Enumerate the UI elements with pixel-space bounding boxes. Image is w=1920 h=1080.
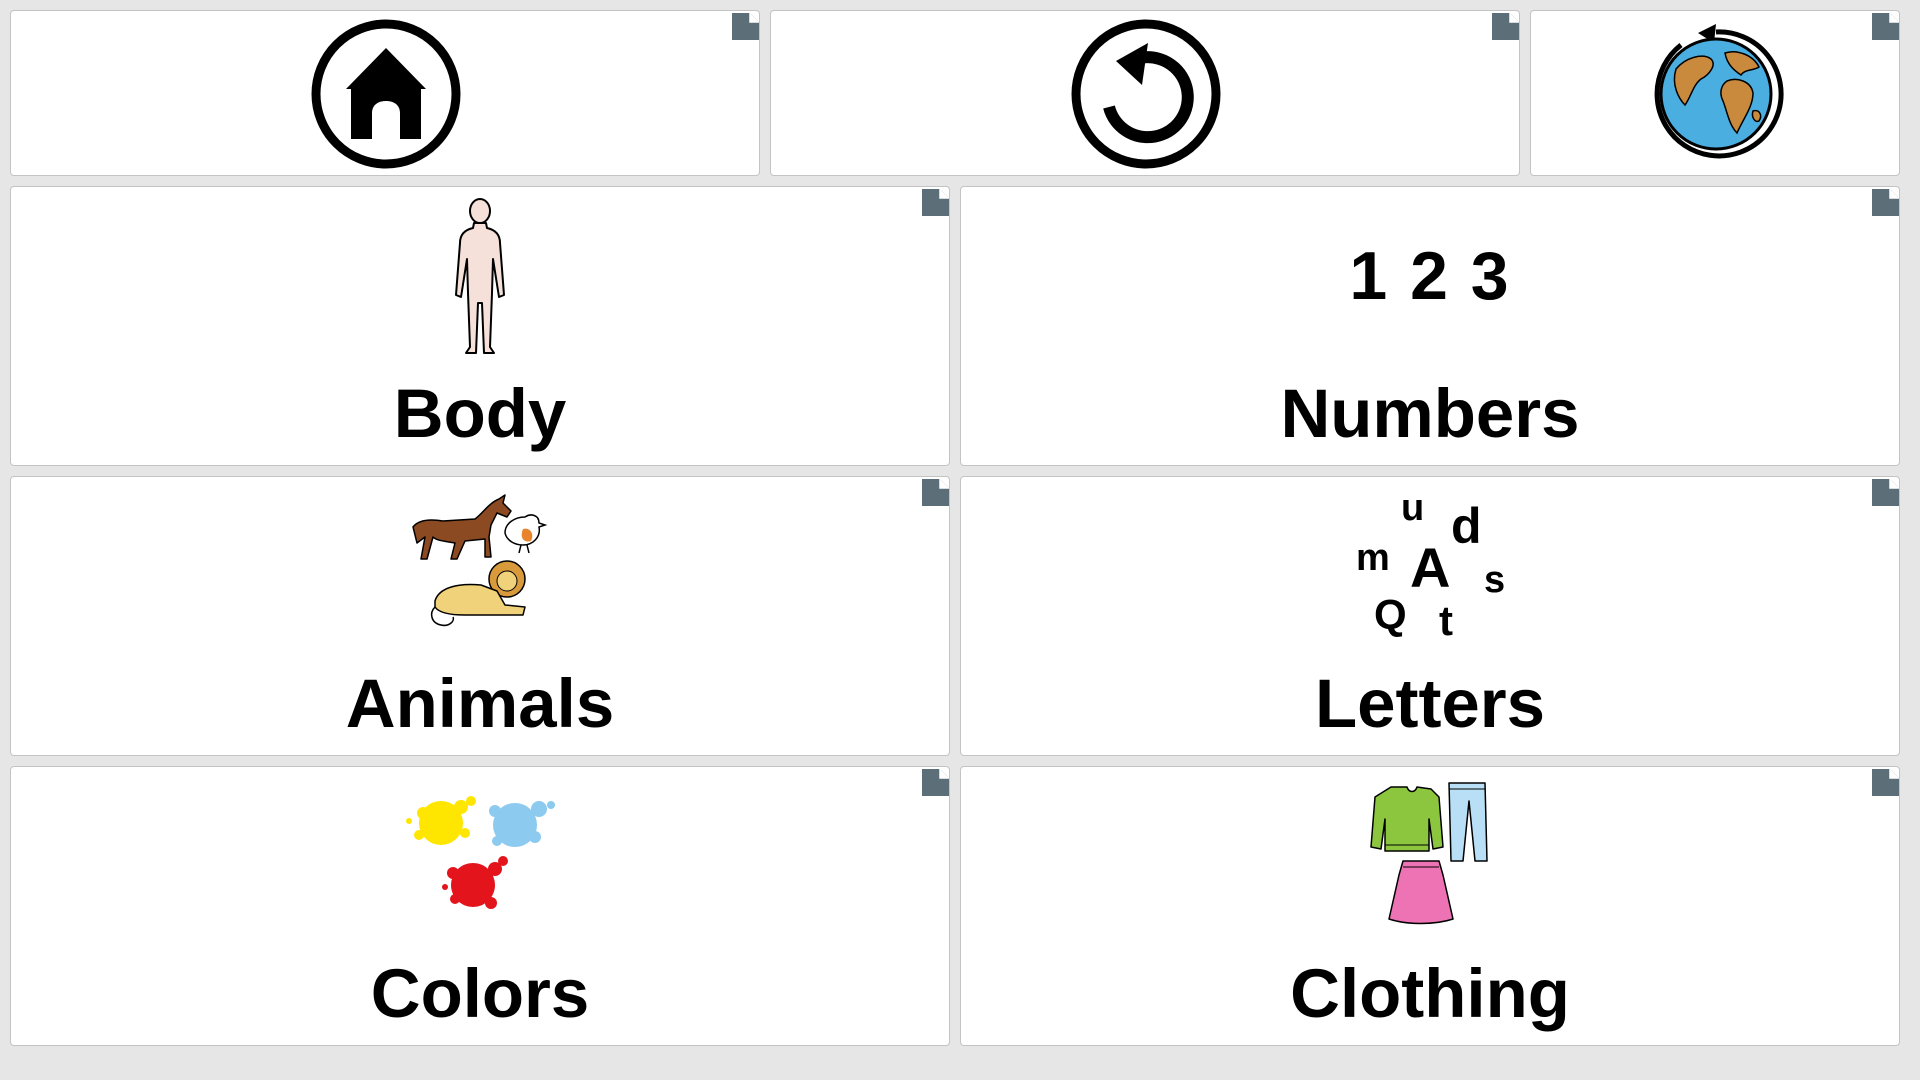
category-label: Body xyxy=(393,375,567,452)
undo-icon xyxy=(1071,19,1221,169)
clothing-icon xyxy=(1370,782,1488,925)
letters-icon: u d m A s Q t xyxy=(1356,487,1516,644)
page-corner-icon xyxy=(1872,189,1899,216)
category-tile-animals[interactable]: Animals xyxy=(10,476,950,756)
home-button[interactable] xyxy=(10,10,760,176)
globe-icon xyxy=(1654,24,1784,159)
letter-glyph: t xyxy=(1439,597,1453,644)
category-tile-numbers[interactable]: 1 2 3 Numbers xyxy=(960,186,1900,466)
category-label: Letters xyxy=(1314,665,1546,742)
letter-glyph: m xyxy=(1356,537,1390,579)
letter-glyph: Q xyxy=(1374,591,1407,638)
letter-glyph: d xyxy=(1451,498,1482,554)
letter-glyph: u xyxy=(1401,487,1425,529)
letter-glyph: s xyxy=(1484,559,1506,601)
category-tile-clothing[interactable]: Clothing xyxy=(960,766,1900,1046)
back-button[interactable] xyxy=(770,10,1520,176)
category-label: Colors xyxy=(370,955,590,1032)
category-tile-letters[interactable]: u d m A s Q t Letters xyxy=(960,476,1900,756)
language-button[interactable] xyxy=(1530,10,1900,176)
home-icon xyxy=(311,19,461,169)
category-label: Clothing xyxy=(1290,955,1570,1032)
colors-icon xyxy=(406,796,555,909)
numbers-icon: 1 2 3 xyxy=(1349,238,1511,314)
letter-glyph: A xyxy=(1410,536,1451,599)
animals-icon xyxy=(412,494,548,627)
category-tile-body[interactable]: Body xyxy=(10,186,950,466)
page-corner-icon xyxy=(1872,13,1899,40)
category-tile-colors[interactable]: Colors xyxy=(10,766,950,1046)
page-corner-icon xyxy=(732,13,759,40)
page-corner-icon xyxy=(1872,479,1899,506)
body-icon xyxy=(455,198,505,354)
category-label: Animals xyxy=(345,665,615,742)
page-corner-icon xyxy=(1492,13,1519,40)
category-label: Numbers xyxy=(1280,375,1580,452)
